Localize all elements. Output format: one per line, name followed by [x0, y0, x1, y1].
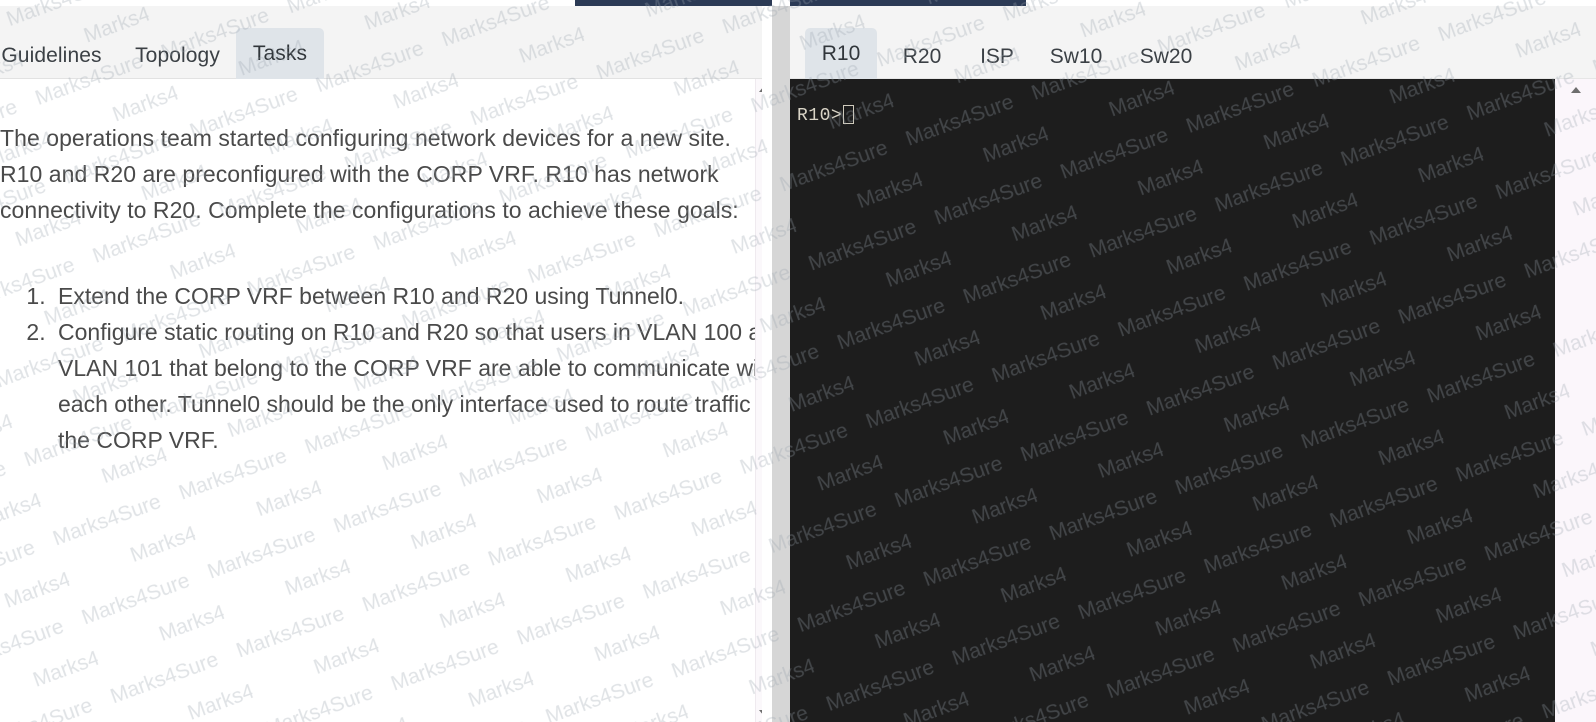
- tab-r20-label: R20: [902, 44, 942, 68]
- terminal-cursor: [843, 105, 855, 124]
- tab-r20[interactable]: R20: [887, 28, 957, 85]
- console-scrollbar[interactable]: [1555, 79, 1596, 722]
- scrollbar-down-arrow-icon[interactable]: [756, 704, 762, 721]
- task-goal-item: Configure static routing on R10 and R20 …: [52, 314, 755, 458]
- tab-tasks[interactable]: Tasks: [236, 28, 324, 84]
- tab-sw10-label: Sw10: [1049, 44, 1103, 68]
- splitter-cap: [772, 0, 790, 6]
- tab-sw20[interactable]: Sw20: [1124, 28, 1208, 85]
- task-panel-tabbar: Guidelines Topology Tasks: [0, 6, 762, 84]
- triangle-up-icon: [1570, 86, 1581, 93]
- app-root: Guidelines Topology Tasks The operations…: [0, 0, 1596, 722]
- panel-splitter[interactable]: [772, 0, 790, 722]
- tab-sw20-label: Sw20: [1139, 44, 1193, 68]
- tab-r10[interactable]: R10: [805, 28, 877, 85]
- console-tabbar: R10 R20 ISP Sw10 Sw20: [790, 6, 1596, 85]
- tab-sw10[interactable]: Sw10: [1035, 28, 1117, 85]
- task-goal-item: Extend the CORP VRF between R10 and R20 …: [52, 278, 755, 314]
- tab-topology[interactable]: Topology: [132, 28, 223, 84]
- task-panel: Guidelines Topology Tasks The operations…: [0, 0, 762, 722]
- scrollbar-up-arrow-icon[interactable]: [1567, 81, 1584, 98]
- triangle-up-icon: [759, 85, 762, 92]
- terminal-output: R10>: [797, 105, 855, 127]
- tab-guidelines[interactable]: Guidelines: [0, 28, 103, 84]
- triangle-down-icon: [759, 709, 762, 716]
- task-panel-scrollbar[interactable]: [755, 79, 762, 722]
- tab-isp[interactable]: ISP: [966, 28, 1028, 85]
- console-terminal[interactable]: R10>: [790, 79, 1555, 722]
- task-goal-list: Extend the CORP VRF between R10 and R20 …: [0, 278, 755, 458]
- scrollbar-up-arrow-icon[interactable]: [756, 80, 762, 97]
- tab-isp-label: ISP: [980, 44, 1014, 68]
- task-content: The operations team started configuring …: [0, 79, 755, 722]
- top-accent-bar: [575, 0, 1026, 6]
- tab-topology-label: Topology: [135, 44, 220, 67]
- console-panel: R10 R20 ISP Sw10 Sw20 R10>: [790, 0, 1596, 722]
- terminal-prompt: R10>: [797, 106, 843, 126]
- task-intro-paragraph: The operations team started configuring …: [0, 125, 739, 223]
- tab-guidelines-label: Guidelines: [1, 44, 102, 67]
- tab-r10-label: R10: [821, 42, 861, 65]
- tab-tasks-label: Tasks: [252, 41, 308, 65]
